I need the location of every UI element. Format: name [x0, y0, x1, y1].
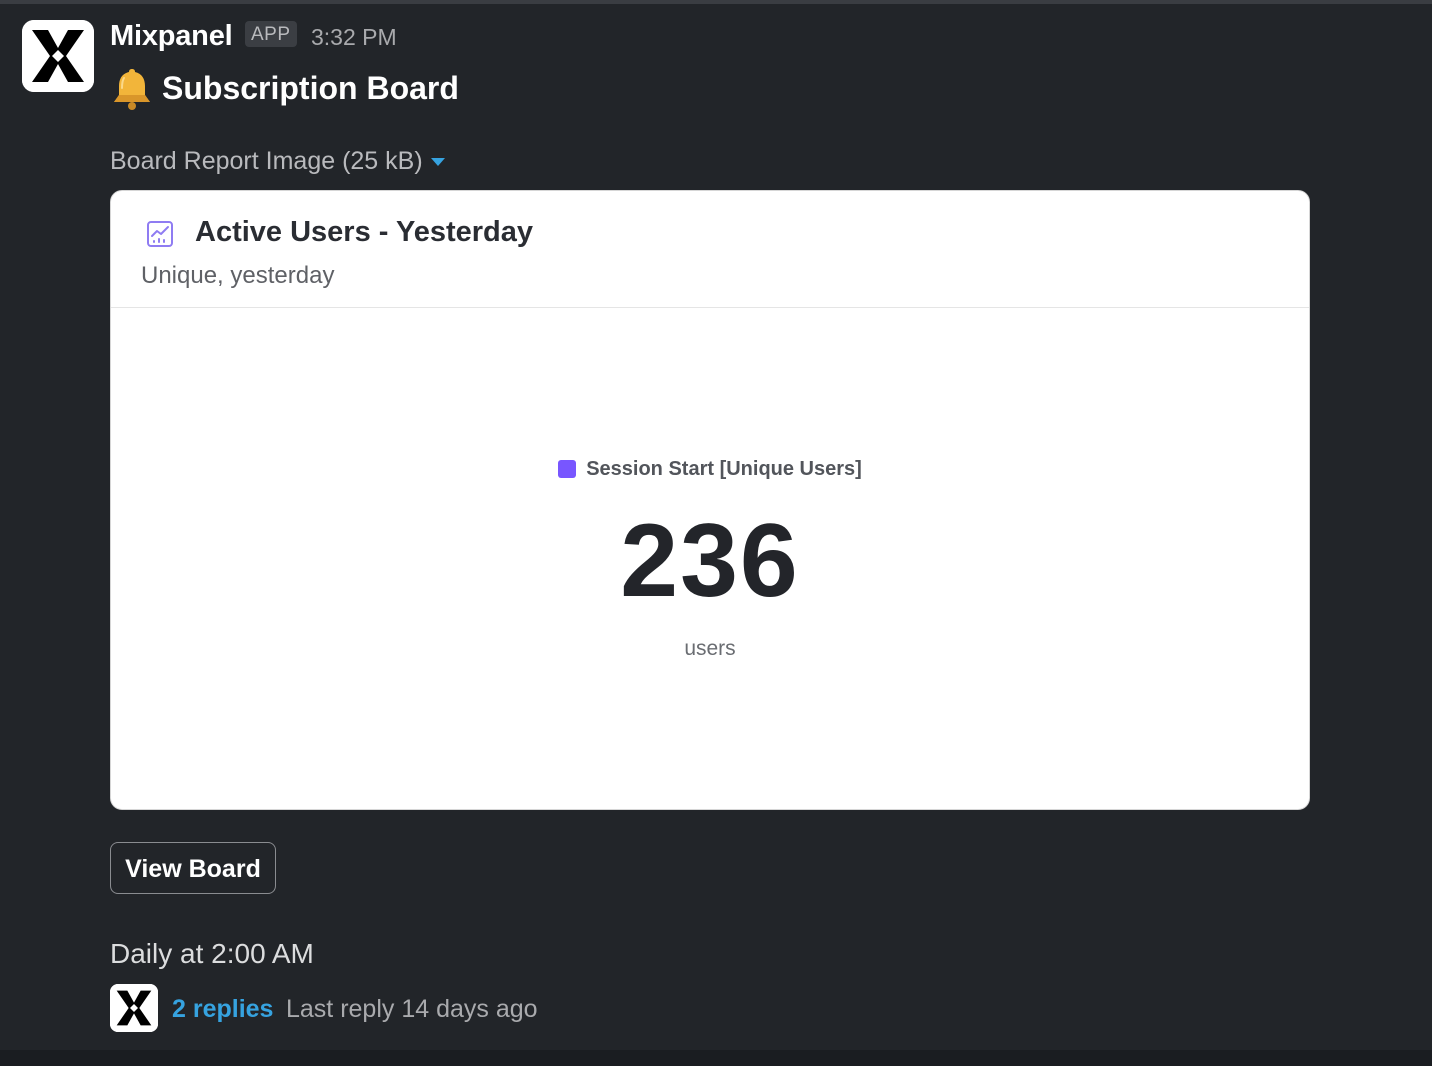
message-timestamp[interactable]: 3:32 PM — [311, 22, 397, 52]
metric-value: 236 — [620, 503, 800, 619]
bottom-divider — [0, 1050, 1432, 1066]
replies-link[interactable]: 2 replies — [172, 993, 273, 1025]
reply-avatar[interactable] — [110, 984, 158, 1032]
slack-message-view: Mixpanel APP 3:32 PM Subscription Board … — [0, 0, 1432, 1066]
report-header: Active Users - Yesterday Unique, yesterd… — [111, 191, 1309, 308]
message-title: Subscription Board — [162, 70, 459, 106]
caret-down-icon — [430, 158, 445, 166]
legend-swatch — [558, 460, 577, 478]
legend-label: Session Start [Unique Users] — [586, 458, 862, 480]
mixpanel-avatar[interactable] — [22, 20, 94, 92]
last-reply-text: Last reply 14 days ago — [286, 995, 538, 1023]
metric-unit: users — [684, 637, 736, 660]
sender-name[interactable]: Mixpanel — [110, 18, 233, 54]
view-board-button[interactable]: View Board — [110, 842, 276, 894]
schedule-text: Daily at 2:00 AM — [110, 938, 314, 969]
board-report-image[interactable]: Active Users - Yesterday Unique, yesterd… — [110, 190, 1310, 810]
report-title: Active Users - Yesterday — [195, 216, 534, 248]
app-badge: APP — [245, 21, 297, 47]
bell-icon — [108, 64, 156, 112]
report-subtitle: Unique, yesterday — [141, 262, 335, 289]
line-chart-icon — [147, 221, 173, 247]
attachment-label: Board Report Image (25 kB) — [110, 147, 423, 175]
top-divider — [0, 0, 1432, 4]
metric-legend: Session Start [Unique Users] — [111, 456, 1309, 482]
mixpanel-logo-icon — [22, 20, 94, 92]
mixpanel-logo-icon — [110, 984, 158, 1032]
attachment-toggle[interactable]: Board Report Image (25 kB) — [110, 145, 445, 177]
